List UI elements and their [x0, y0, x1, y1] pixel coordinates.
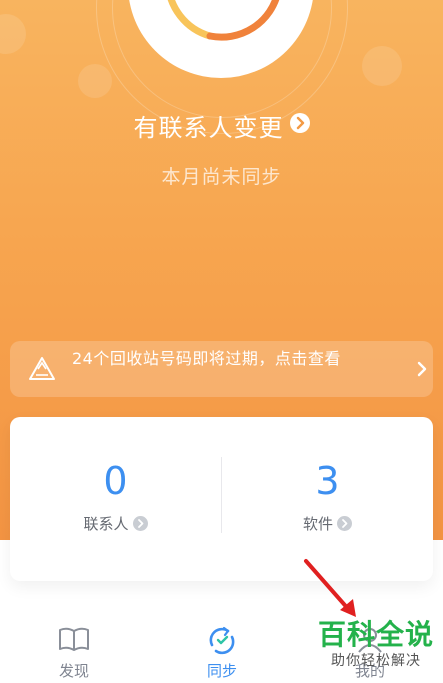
recycle-bin-notice[interactable]: 24个回收站号码即将过期，点击查看 [10, 341, 433, 397]
status-subtitle: 本月尚未同步 [161, 166, 282, 188]
chevron-right-icon [417, 361, 427, 377]
status-title-row[interactable]: 有联系人变更 [0, 108, 443, 143]
red-annotation-arrow-icon [304, 559, 356, 617]
contacts-label: 联系人 [83, 515, 129, 533]
nav-tab-discover[interactable]: 发现 [0, 610, 148, 683]
nav-label-sync: 同步 [206, 662, 237, 680]
chevron-right-icon [289, 113, 310, 133]
decor-bubble [362, 46, 402, 86]
status-title: 有联系人变更 [133, 114, 284, 142]
nav-tab-sync[interactable]: 同步 [148, 610, 296, 683]
apps-label-row: 软件 [222, 513, 433, 534]
watermark-subtitle: 助你轻松解决 [331, 653, 421, 669]
chevron-right-icon [337, 516, 352, 531]
notice-text: 24个回收站号码即将过期，点击查看 [72, 349, 341, 368]
chevron-right-icon [132, 516, 148, 531]
book-icon [59, 627, 89, 651]
apps-label: 软件 [302, 515, 333, 533]
contacts-stat[interactable]: 0 联系人 [10, 417, 221, 581]
nav-label-discover: 发现 [58, 662, 89, 680]
decor-bubble [78, 64, 112, 98]
watermark-title: 百科全说 [317, 618, 434, 651]
contacts-count: 0 [103, 459, 128, 503]
contacts-label-row: 联系人 [10, 513, 221, 534]
watermark: 百科全说 助你轻松解决 [316, 618, 436, 670]
apps-count: 3 [315, 459, 340, 503]
recycle-icon [29, 357, 55, 380]
sync-icon [209, 626, 235, 655]
decor-bubble [0, 14, 26, 54]
sync-progress-arc-icon [167, 0, 280, 41]
